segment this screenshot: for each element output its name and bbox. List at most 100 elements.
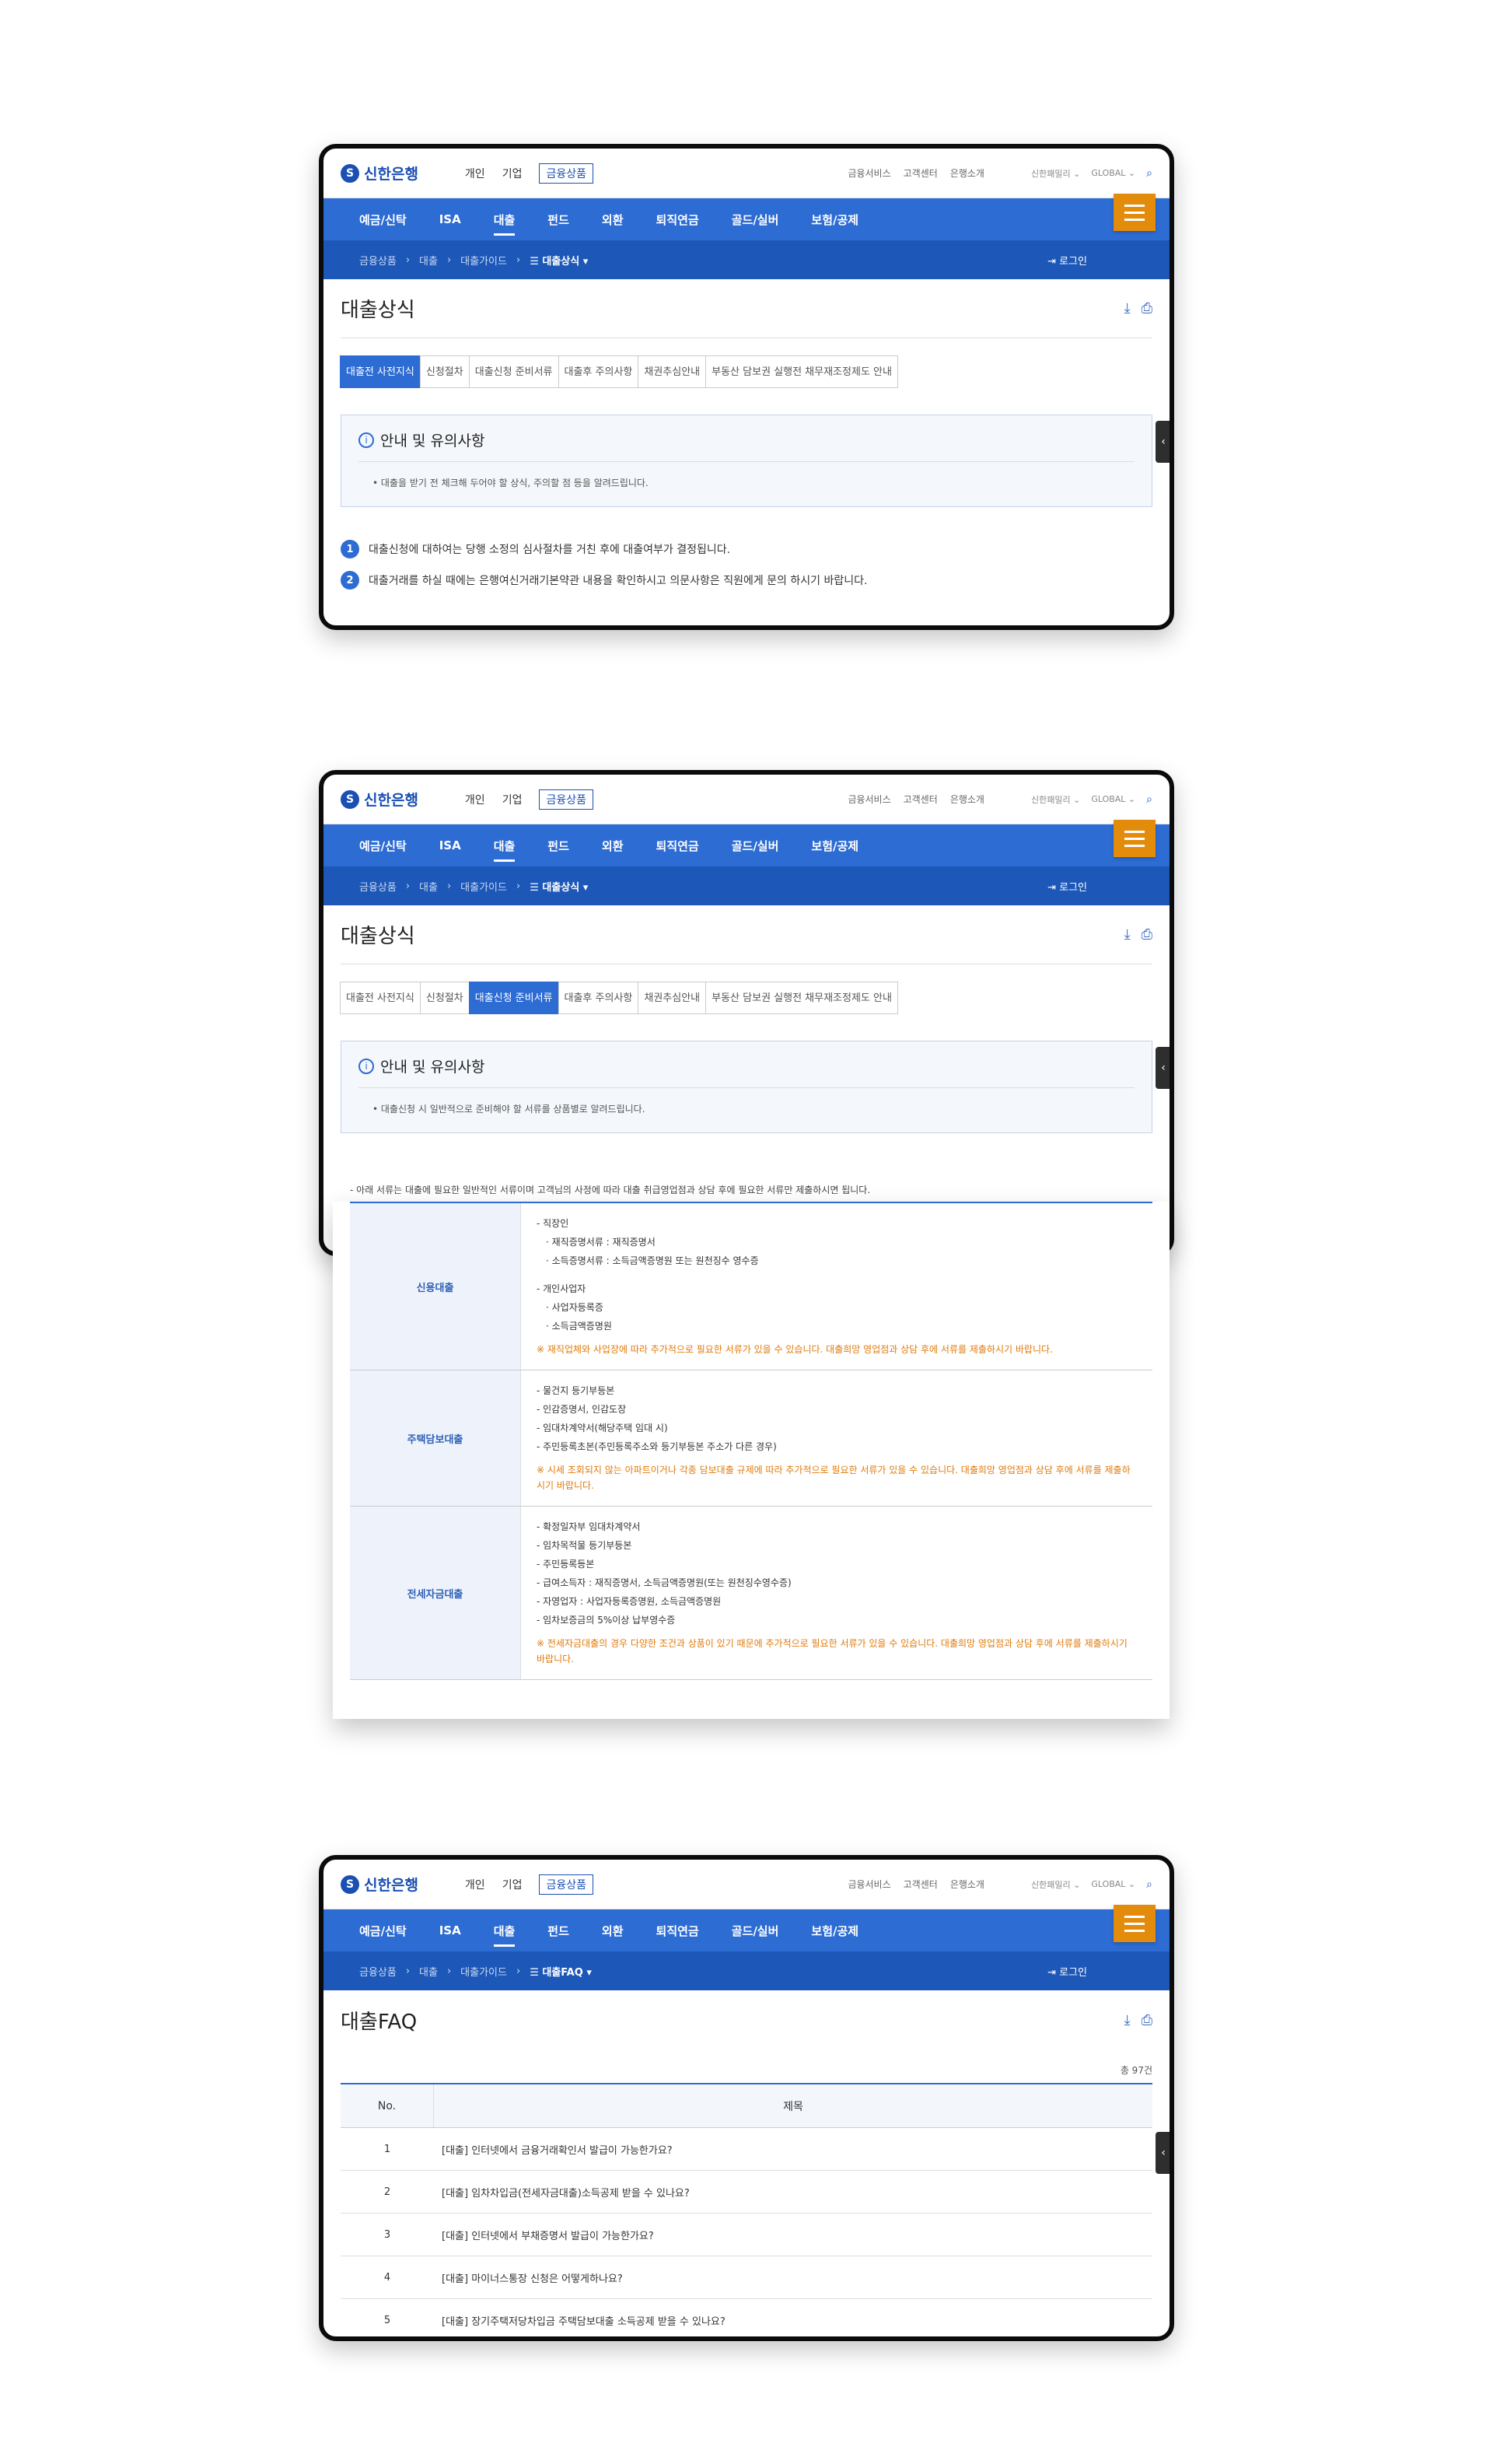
segment-products[interactable]: 금융상품 [539, 1874, 593, 1895]
crumb-current[interactable]: ☰ 대출상식 ▾ [530, 253, 588, 268]
tab-debt-adjust[interactable]: 부동산 담보권 실행전 채무재조정제도 안내 [705, 355, 898, 388]
login-link[interactable]: ⇥ 로그인 [1047, 253, 1087, 268]
util-customer-center[interactable]: 고객센터 [904, 1878, 938, 1891]
nav-loan[interactable]: 대출 [493, 1923, 515, 1947]
nav-fund[interactable]: 펀드 [547, 838, 569, 854]
crumb-products[interactable]: 금융상품 [359, 1964, 397, 1979]
global-dropdown[interactable]: GLOBAL ⌄ [1091, 168, 1135, 178]
nav-isa[interactable]: ISA [439, 212, 461, 226]
tab-collection[interactable]: 채권추심안내 [638, 355, 707, 388]
crumb-products[interactable]: 금융상품 [359, 879, 397, 894]
nav-forex[interactable]: 외환 [602, 1923, 624, 1939]
segment-business[interactable]: 기업 [502, 792, 523, 807]
tab-after-loan[interactable]: 대출후 주의사항 [558, 355, 639, 388]
tab-procedure[interactable]: 신청절차 [419, 982, 470, 1014]
segment-business[interactable]: 기업 [502, 1877, 523, 1892]
faq-link[interactable]: [대출] 임차차입금(전세자금대출)소득공제 받을 수 있나요? [434, 2171, 1152, 2213]
nav-pension[interactable]: 퇴직연금 [656, 1923, 699, 1939]
crumb-current[interactable]: ☰ 대출상식 ▾ [530, 879, 588, 894]
crumb-guide[interactable]: 대출가이드 [460, 1964, 507, 1979]
nav-pension[interactable]: 퇴직연금 [656, 838, 699, 854]
logo[interactable]: S 신한은행 [341, 789, 418, 810]
family-dropdown[interactable]: 신한패밀리 ⌄ [1031, 1878, 1080, 1891]
util-about-bank[interactable]: 은행소개 [950, 166, 984, 180]
side-toggle-chevron-icon[interactable]: ‹ [1156, 421, 1170, 463]
menu-icon[interactable] [1114, 820, 1156, 857]
segment-personal[interactable]: 개인 [465, 166, 485, 181]
tab-documents[interactable]: 대출신청 준비서류 [468, 355, 559, 388]
faq-link[interactable]: [대출] 인터넷에서 금융거래확인서 발급이 가능한가요? [434, 2128, 1152, 2170]
crumb-loan[interactable]: 대출 [419, 253, 438, 268]
search-icon[interactable]: ⌕ [1146, 167, 1152, 180]
tab-pre-knowledge[interactable]: 대출전 사전지식 [340, 982, 421, 1014]
nav-pension[interactable]: 퇴직연금 [656, 212, 699, 228]
nav-fund[interactable]: 펀드 [547, 212, 569, 228]
faq-link[interactable]: [대출] 인터넷에서 부채증명서 발급이 가능한가요? [434, 2214, 1152, 2256]
segment-products[interactable]: 금융상품 [539, 163, 593, 184]
global-dropdown[interactable]: GLOBAL ⌄ [1091, 1879, 1135, 1889]
util-customer-center[interactable]: 고객센터 [904, 793, 938, 806]
global-dropdown[interactable]: GLOBAL ⌄ [1091, 794, 1135, 804]
nav-deposit[interactable]: 예금/신탁 [359, 212, 407, 228]
tab-after-loan[interactable]: 대출후 주의사항 [558, 982, 639, 1014]
util-financial-services[interactable]: 금융서비스 [848, 166, 890, 180]
print-icon[interactable]: ⎙ [1142, 300, 1152, 317]
login-link[interactable]: ⇥ 로그인 [1047, 1964, 1087, 1979]
print-icon[interactable]: ⎙ [1142, 926, 1152, 943]
download-icon[interactable]: ⤓ [1124, 300, 1131, 317]
segment-personal[interactable]: 개인 [465, 1877, 485, 1892]
nav-isa[interactable]: ISA [439, 1923, 461, 1937]
table-row[interactable]: 5 [대출] 장기주택저당차입금 주택담보대출 소득공제 받을 수 있나요? [341, 2299, 1152, 2336]
util-financial-services[interactable]: 금융서비스 [848, 1878, 890, 1891]
util-about-bank[interactable]: 은행소개 [950, 1878, 984, 1891]
side-toggle-chevron-icon[interactable]: ‹ [1156, 2132, 1170, 2174]
nav-forex[interactable]: 외환 [602, 212, 624, 228]
login-link[interactable]: ⇥ 로그인 [1047, 879, 1087, 894]
crumb-current[interactable]: ☰ 대출FAQ ▾ [530, 1964, 592, 1979]
faq-link[interactable]: [대출] 마이너스통장 신청은 어떻게하나요? [434, 2256, 1152, 2298]
table-row[interactable]: 1 [대출] 인터넷에서 금융거래확인서 발급이 가능한가요? [341, 2128, 1152, 2171]
tab-debt-adjust[interactable]: 부동산 담보권 실행전 채무재조정제도 안내 [705, 982, 898, 1014]
nav-deposit[interactable]: 예금/신탁 [359, 1923, 407, 1939]
segment-personal[interactable]: 개인 [465, 792, 485, 807]
print-icon[interactable]: ⎙ [1142, 2012, 1152, 2028]
crumb-products[interactable]: 금융상품 [359, 253, 397, 268]
nav-fund[interactable]: 펀드 [547, 1923, 569, 1939]
faq-link[interactable]: [대출] 장기주택저당차입금 주택담보대출 소득공제 받을 수 있나요? [434, 2299, 1152, 2336]
download-icon[interactable]: ⤓ [1124, 926, 1131, 943]
table-row[interactable]: 4 [대출] 마이너스통장 신청은 어떻게하나요? [341, 2256, 1152, 2299]
nav-forex[interactable]: 외환 [602, 838, 624, 854]
table-row[interactable]: 2 [대출] 임차차입금(전세자금대출)소득공제 받을 수 있나요? [341, 2171, 1152, 2214]
nav-insurance[interactable]: 보험/공제 [811, 838, 858, 854]
family-dropdown[interactable]: 신한패밀리 ⌄ [1031, 167, 1080, 180]
logo[interactable]: S 신한은행 [341, 163, 418, 184]
nav-gold-silver[interactable]: 골드/실버 [732, 212, 779, 228]
segment-business[interactable]: 기업 [502, 166, 523, 181]
nav-loan[interactable]: 대출 [493, 212, 515, 236]
tab-documents[interactable]: 대출신청 준비서류 [468, 982, 559, 1014]
tab-collection[interactable]: 채권추심안내 [638, 982, 707, 1014]
crumb-loan[interactable]: 대출 [419, 879, 438, 894]
nav-gold-silver[interactable]: 골드/실버 [732, 1923, 779, 1939]
search-icon[interactable]: ⌕ [1146, 793, 1152, 806]
family-dropdown[interactable]: 신한패밀리 ⌄ [1031, 793, 1080, 806]
search-icon[interactable]: ⌕ [1146, 1878, 1152, 1891]
menu-icon[interactable] [1114, 194, 1156, 231]
tab-procedure[interactable]: 신청절차 [419, 355, 470, 388]
logo[interactable]: S 신한은행 [341, 1874, 418, 1895]
tab-pre-knowledge[interactable]: 대출전 사전지식 [340, 355, 421, 388]
nav-insurance[interactable]: 보험/공제 [811, 212, 858, 228]
crumb-guide[interactable]: 대출가이드 [460, 879, 507, 894]
util-customer-center[interactable]: 고객센터 [904, 166, 938, 180]
nav-isa[interactable]: ISA [439, 838, 461, 852]
download-icon[interactable]: ⤓ [1124, 2012, 1131, 2028]
crumb-loan[interactable]: 대출 [419, 1964, 438, 1979]
crumb-guide[interactable]: 대출가이드 [460, 253, 507, 268]
segment-products[interactable]: 금융상품 [539, 789, 593, 810]
util-about-bank[interactable]: 은행소개 [950, 793, 984, 806]
nav-loan[interactable]: 대출 [493, 838, 515, 862]
side-toggle-chevron-icon[interactable]: ‹ [1156, 1047, 1170, 1089]
nav-insurance[interactable]: 보험/공제 [811, 1923, 858, 1939]
util-financial-services[interactable]: 금융서비스 [848, 793, 890, 806]
table-row[interactable]: 3 [대출] 인터넷에서 부채증명서 발급이 가능한가요? [341, 2214, 1152, 2256]
